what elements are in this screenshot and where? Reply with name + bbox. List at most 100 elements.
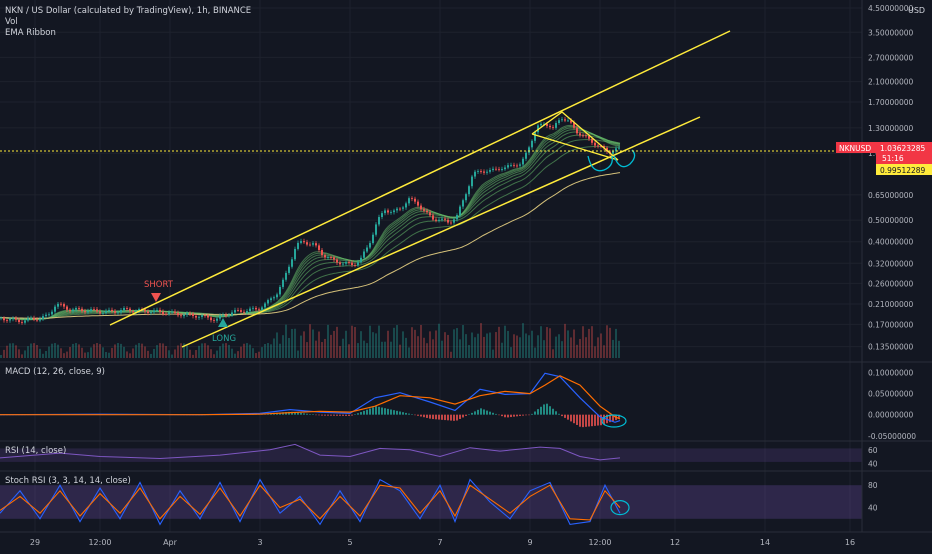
price-tick-label: 4.50000000 (868, 4, 914, 13)
macd-histogram-bar (564, 414, 566, 418)
candle-body (153, 310, 155, 313)
macd-histogram-bar (399, 411, 401, 415)
macd-pane[interactable] (0, 372, 627, 428)
volume-bar (585, 337, 587, 358)
volume-bar (138, 343, 140, 358)
macd-histogram-bar (579, 414, 581, 427)
candle-body (396, 208, 398, 211)
volume-bar (525, 333, 527, 358)
vol-label[interactable]: Vol (5, 17, 18, 27)
volume-bar (387, 330, 389, 358)
rsi-band (0, 448, 862, 462)
volume-bar (522, 323, 524, 358)
volume-bar (294, 328, 296, 358)
candle-body (306, 242, 308, 245)
macd-histogram-bar (348, 414, 350, 416)
volume-bar (231, 348, 233, 358)
candle-body (60, 303, 62, 305)
time-tick-label: Apr (163, 538, 178, 547)
candle-body (120, 309, 122, 313)
price-pane[interactable] (0, 0, 862, 362)
candle-body (42, 316, 44, 320)
candle-body (504, 167, 506, 170)
volume-bar (132, 348, 134, 358)
volume-bar (396, 325, 398, 358)
price-tick-label: 1.30000000 (868, 124, 914, 133)
candle-body (69, 309, 71, 311)
chart-root: SHORT LONG 4.50000000 3.50000000 2.7000000… (0, 0, 932, 550)
macd-histogram-bar (450, 414, 452, 421)
volume-bar (216, 350, 218, 358)
volume-bar (537, 335, 539, 358)
macd-label[interactable]: MACD (12, 26, close, 9) (5, 367, 105, 377)
macd-histogram-bar (603, 414, 605, 425)
macd-histogram-bar (366, 409, 368, 415)
volume-bar (501, 342, 503, 358)
candle-body (249, 308, 251, 312)
candle-body (159, 309, 161, 312)
macd-histogram-bar (372, 407, 374, 415)
volume-bar (390, 341, 392, 358)
volume-bar (453, 329, 455, 358)
candle-body (432, 215, 434, 220)
macd-histogram-bar (363, 410, 365, 415)
volume-bar (276, 332, 278, 358)
volume-bar (240, 346, 242, 358)
macd-histogram-bar (351, 414, 353, 416)
volume-bar (369, 325, 371, 358)
candle-body (84, 311, 86, 313)
candle-body (453, 219, 455, 223)
volume-bar (3, 349, 5, 358)
macd-histogram-bar (297, 412, 299, 415)
volume-bar (510, 347, 512, 358)
stoch-label[interactable]: Stoch RSI (3, 3, 14, 14, close) (5, 476, 131, 486)
macd-histogram-bar (423, 414, 425, 418)
candle-body (564, 119, 566, 121)
candle-body (417, 201, 419, 206)
candle-body (189, 313, 191, 314)
candle-body (81, 308, 83, 312)
macd-histogram-bar (543, 404, 545, 415)
candle-body (483, 171, 485, 173)
candle-body (462, 200, 464, 207)
candle-body (558, 120, 560, 124)
candle-body (357, 262, 359, 266)
volume-bar (456, 328, 458, 358)
rsi-pane[interactable] (0, 443, 862, 462)
volume-bar (312, 329, 314, 358)
candle-body (15, 318, 17, 320)
volume-bar (252, 348, 254, 358)
candle-body (501, 169, 503, 171)
candle-body (315, 243, 317, 246)
volume-bar (195, 350, 197, 358)
price-tick-label: 0.26000000 (868, 279, 914, 288)
volume-bar (330, 334, 332, 358)
volume-bar (303, 331, 305, 358)
volume-bar (339, 346, 341, 358)
symbol-title[interactable]: NKN / US Dollar (calculated by TradingVi… (5, 6, 251, 16)
macd-histogram-bar (456, 414, 458, 421)
price-tick-label: 0.50000000 (868, 216, 914, 225)
macd-histogram-bar (342, 414, 344, 416)
volume-bar (237, 351, 239, 358)
macd-histogram-bar (525, 414, 527, 416)
macd-histogram-bar (516, 414, 518, 417)
candle-body (420, 205, 422, 210)
volume-bar (516, 335, 518, 358)
volume-bar (495, 332, 497, 358)
candle-body (195, 315, 197, 318)
volume-bar (372, 332, 374, 358)
candle-body (561, 119, 563, 121)
macd-histogram-bar (444, 414, 446, 421)
volume-bar (18, 349, 20, 358)
macd-histogram-bar (300, 412, 302, 415)
candle-body (456, 215, 458, 220)
ema-ribbon-label[interactable]: EMA Ribbon (5, 28, 56, 38)
trading-chart[interactable]: SHORT LONG 4.50000000 3.50000000 2.7000000… (0, 0, 932, 550)
rsi-label[interactable]: RSI (14, close) (5, 446, 66, 456)
macd-histogram-bar (573, 414, 575, 424)
macd-histogram-bar (339, 414, 341, 416)
stoch-rsi-pane[interactable] (0, 478, 862, 526)
volume-bar (576, 344, 578, 358)
candle-body (39, 319, 41, 321)
